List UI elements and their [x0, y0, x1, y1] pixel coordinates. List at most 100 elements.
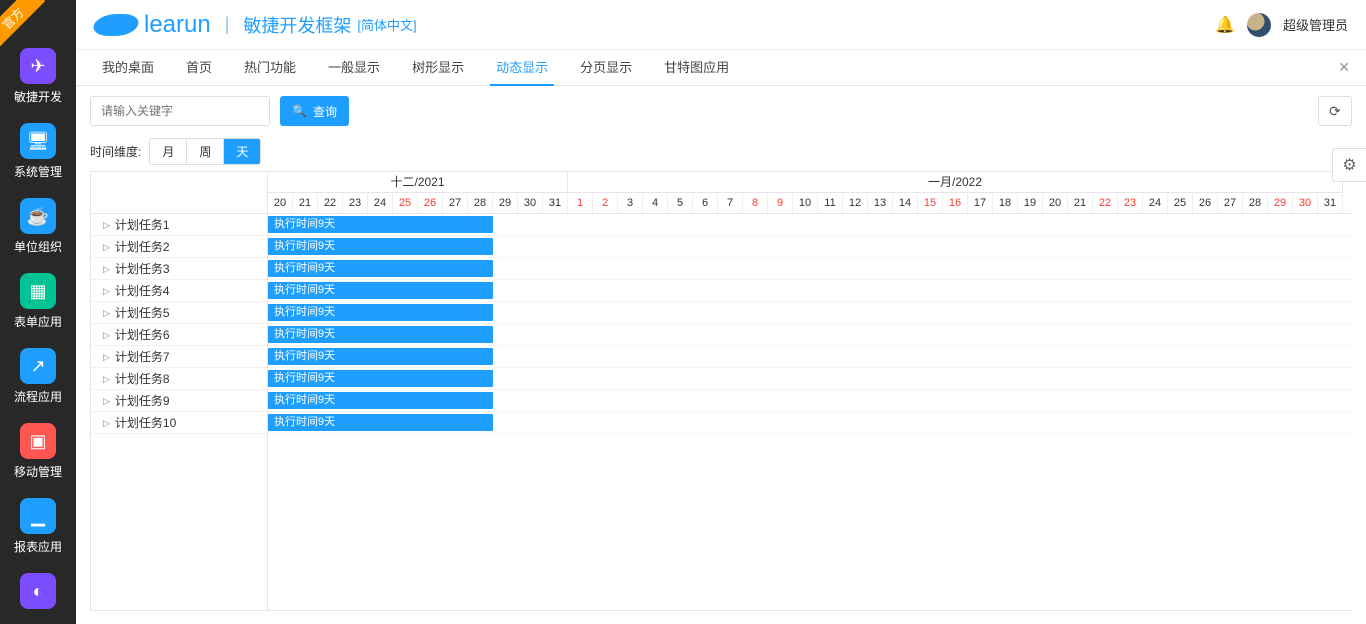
gantt-lane: 执行时间9天: [268, 214, 1352, 236]
brand-name[interactable]: learun: [144, 11, 211, 39]
brand-divider: |: [225, 14, 230, 35]
gantt-lane: 执行时间9天: [268, 368, 1352, 390]
sidebar-item-2[interactable]: ☕ 单位组织: [0, 190, 76, 265]
sidebar-item-label: 敏捷开发: [0, 88, 76, 105]
tab-7[interactable]: 甘特图应用: [648, 50, 745, 86]
gantt-task-row[interactable]: ▷ 计划任务1: [91, 214, 267, 236]
sidebar-item-5[interactable]: ▣ 移动管理: [0, 415, 76, 490]
gantt-bar[interactable]: 执行时间9天: [268, 282, 493, 299]
sidebar-item-6[interactable]: ▁ 报表应用: [0, 490, 76, 565]
sidebar-icon: ▁: [20, 498, 56, 534]
gantt-day-label: 30: [518, 193, 543, 213]
tab-2[interactable]: 热门功能: [228, 50, 312, 86]
time-dim-option-天[interactable]: 天: [224, 139, 260, 164]
sidebar-item-3[interactable]: ▦ 表单应用: [0, 265, 76, 340]
sidebar-item-label: 表单应用: [0, 313, 76, 330]
gantt-day-label: 8: [743, 193, 768, 213]
sidebar-item-0[interactable]: ✈ 敏捷开发: [0, 40, 76, 115]
gantt-lane: 执行时间9天: [268, 412, 1352, 434]
sidebar-icon: ▣: [20, 423, 56, 459]
tab-0[interactable]: 我的桌面: [86, 50, 170, 86]
gantt-task-row[interactable]: ▷ 计划任务7: [91, 346, 267, 368]
gantt-bar[interactable]: 执行时间9天: [268, 414, 493, 431]
gantt-lane: 执行时间9天: [268, 346, 1352, 368]
gantt-lane: 执行时间9天: [268, 302, 1352, 324]
gantt-day-label: 16: [943, 193, 968, 213]
gantt-day-label: 27: [443, 193, 468, 213]
gantt-task-name: 计划任务10: [115, 412, 176, 434]
gantt-day-label: 24: [1143, 193, 1168, 213]
gear-icon: ⚙: [1342, 155, 1356, 175]
time-dimension-label: 时间维度:: [90, 143, 141, 160]
gantt-bar[interactable]: 执行时间9天: [268, 326, 493, 343]
gantt-day-label: 22: [318, 193, 343, 213]
language-switch[interactable]: [简体中文]: [357, 15, 416, 34]
gantt-bar[interactable]: 执行时间9天: [268, 216, 493, 233]
sidebar-item-label: 移动管理: [0, 463, 76, 480]
gantt-month-label: 十二/2021: [268, 172, 568, 193]
search-button[interactable]: 🔍 查询: [280, 96, 349, 126]
gantt-lane: 执行时间9天: [268, 280, 1352, 302]
gantt-day-label: 19: [1018, 193, 1043, 213]
tabs-close-icon[interactable]: ✕: [1332, 59, 1356, 76]
gantt-task-row[interactable]: ▷ 计划任务3: [91, 258, 267, 280]
gantt-bar[interactable]: 执行时间9天: [268, 238, 493, 255]
gantt-bar[interactable]: 执行时间9天: [268, 370, 493, 387]
tab-1[interactable]: 首页: [170, 50, 228, 86]
search-icon: 🔍: [292, 104, 307, 118]
gantt-task-row[interactable]: ▷ 计划任务5: [91, 302, 267, 324]
search-input[interactable]: [90, 96, 270, 126]
gantt-day-label: 4: [643, 193, 668, 213]
gantt-lane: 执行时间9天: [268, 236, 1352, 258]
gantt-day-label: 3: [618, 193, 643, 213]
gantt-task-name: 计划任务5: [115, 302, 170, 324]
caret-right-icon: ▷: [103, 302, 110, 324]
gantt-task-list: ▷ 计划任务1▷ 计划任务2▷ 计划任务3▷ 计划任务4▷ 计划任务5▷ 计划任…: [91, 172, 268, 610]
tab-4[interactable]: 树形显示: [396, 50, 480, 86]
gantt-day-label: 2: [593, 193, 618, 213]
bell-icon[interactable]: 🔔: [1215, 15, 1235, 35]
gantt-day-label: 21: [293, 193, 318, 213]
gantt-task-row[interactable]: ▷ 计划任务8: [91, 368, 267, 390]
sidebar-icon: ◐: [20, 573, 56, 609]
gantt-bar[interactable]: 执行时间9天: [268, 392, 493, 409]
tab-5[interactable]: 动态显示: [480, 50, 564, 86]
tab-3[interactable]: 一般显示: [312, 50, 396, 86]
gantt-day-label: 22: [1093, 193, 1118, 213]
toolbar: 🔍 查询 ⟳: [90, 96, 1352, 126]
gantt-day-label: 30: [1293, 193, 1318, 213]
gantt-bar[interactable]: 执行时间9天: [268, 304, 493, 321]
refresh-button[interactable]: ⟳: [1318, 96, 1352, 126]
caret-right-icon: ▷: [103, 412, 110, 434]
gantt-month-label: 一月/2022: [568, 172, 1343, 193]
gantt-task-row[interactable]: ▷ 计划任务9: [91, 390, 267, 412]
gantt-task-name: 计划任务3: [115, 258, 170, 280]
username[interactable]: 超级管理员: [1283, 15, 1348, 34]
sidebar-item-label: 报表应用: [0, 538, 76, 555]
gantt-bar[interactable]: 执行时间9天: [268, 260, 493, 277]
caret-right-icon: ▷: [103, 346, 110, 368]
sidebar-item-7[interactable]: ◐: [0, 565, 76, 623]
caret-right-icon: ▷: [103, 280, 110, 302]
gantt-task-row[interactable]: ▷ 计划任务6: [91, 324, 267, 346]
search-button-label: 查询: [313, 103, 337, 120]
sidebar-item-4[interactable]: ↗ 流程应用: [0, 340, 76, 415]
gantt-bar[interactable]: 执行时间9天: [268, 348, 493, 365]
gantt-chart: ▷ 计划任务1▷ 计划任务2▷ 计划任务3▷ 计划任务4▷ 计划任务5▷ 计划任…: [90, 171, 1352, 611]
gantt-task-row[interactable]: ▷ 计划任务4: [91, 280, 267, 302]
avatar[interactable]: [1247, 13, 1271, 37]
tab-6[interactable]: 分页显示: [564, 50, 648, 86]
brand-subtitle: 敏捷开发框架: [243, 12, 351, 38]
time-dim-option-周[interactable]: 周: [187, 139, 224, 164]
gantt-task-row[interactable]: ▷ 计划任务2: [91, 236, 267, 258]
sidebar-item-label: 单位组织: [0, 238, 76, 255]
caret-right-icon: ▷: [103, 258, 110, 280]
gantt-task-name: 计划任务2: [115, 236, 170, 258]
gantt-day-label: 15: [918, 193, 943, 213]
settings-button[interactable]: ⚙: [1332, 148, 1366, 182]
gantt-timeline[interactable]: 十二/2021一月/2022 2021222324252627282930311…: [268, 172, 1352, 610]
sidebar-icon: ☕: [20, 198, 56, 234]
gantt-task-row[interactable]: ▷ 计划任务10: [91, 412, 267, 434]
sidebar-item-1[interactable]: 🖥 系统管理: [0, 115, 76, 190]
time-dim-option-月[interactable]: 月: [150, 139, 187, 164]
